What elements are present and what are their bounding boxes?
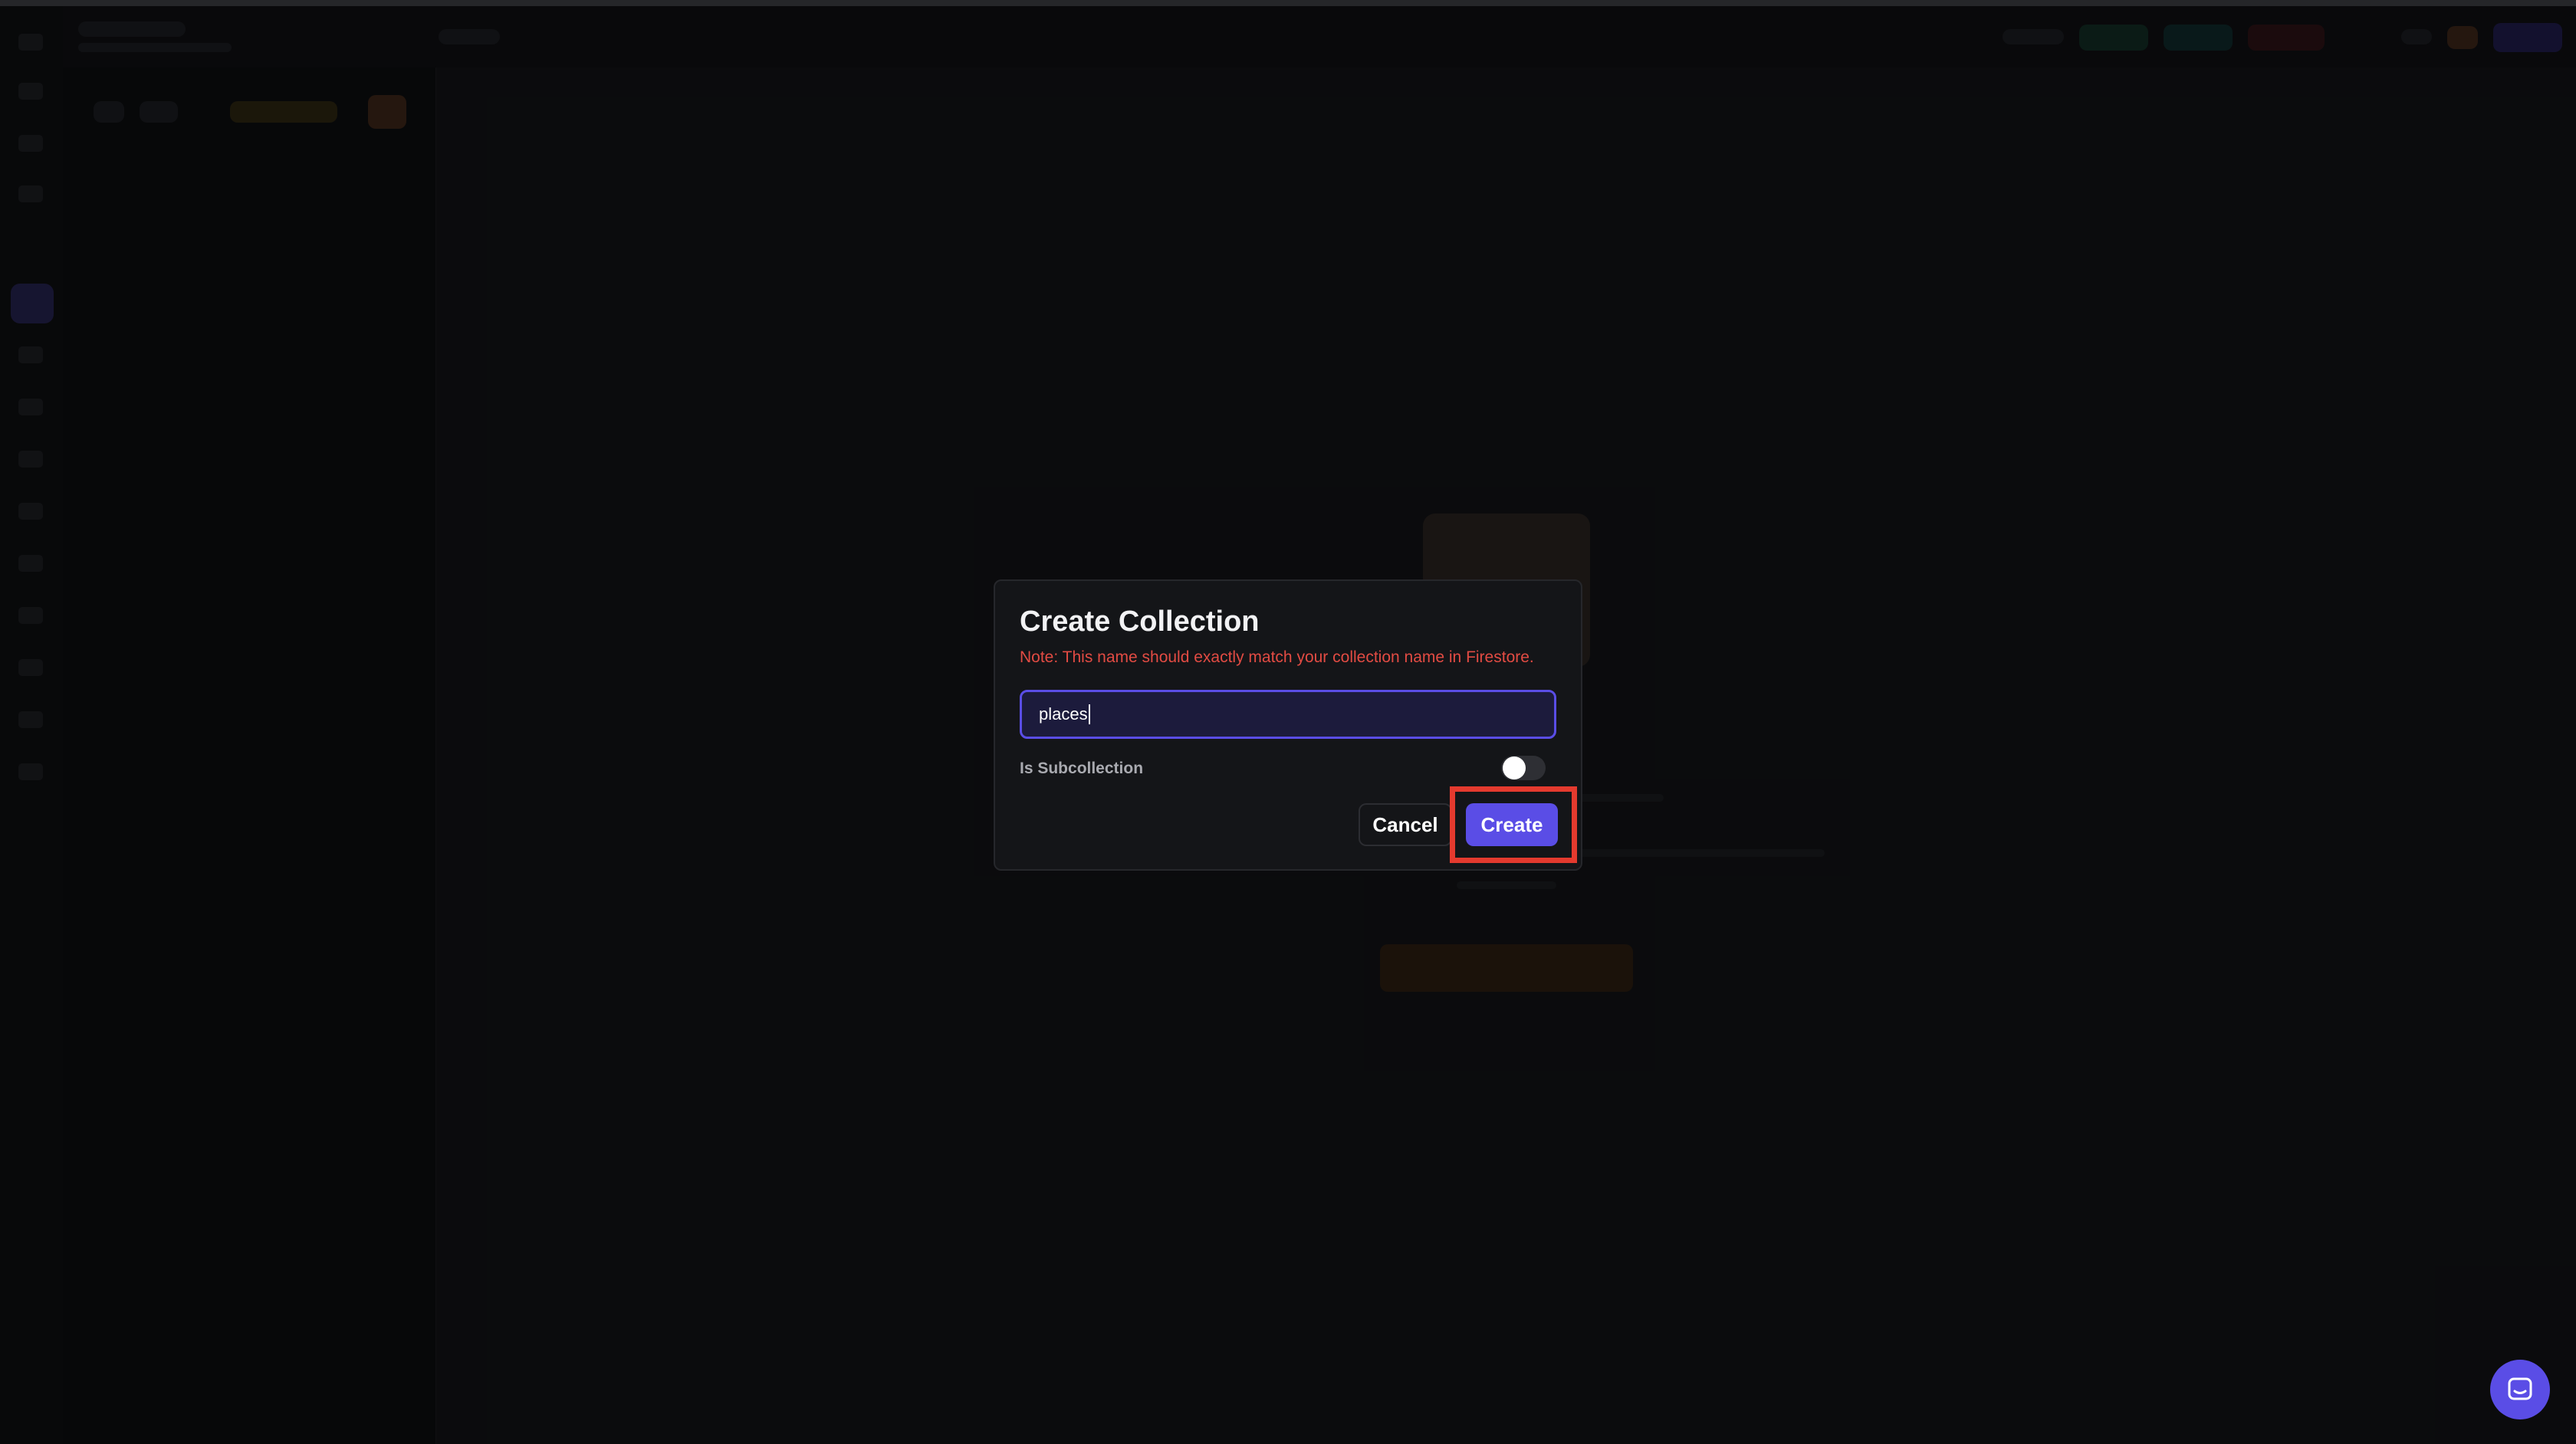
collection-name-input[interactable]: places <box>1020 690 1556 739</box>
text-caret <box>1088 704 1090 724</box>
app-window: Create Collection Note: This name should… <box>0 0 2576 1444</box>
dialog-note: Note: This name should exactly match you… <box>1020 648 1534 666</box>
toggle-knob <box>1503 756 1526 779</box>
chat-launcher-button[interactable] <box>2490 1360 2550 1419</box>
subcollection-label: Is Subcollection <box>1020 760 1144 777</box>
collection-name-value: places <box>1039 704 1088 724</box>
chat-bubble-icon <box>2508 1377 2532 1400</box>
create-button-highlight <box>1450 786 1577 863</box>
dialog-title: Create Collection <box>1020 605 1260 638</box>
cancel-button[interactable]: Cancel <box>1359 803 1452 846</box>
subcollection-toggle[interactable] <box>1501 756 1546 780</box>
